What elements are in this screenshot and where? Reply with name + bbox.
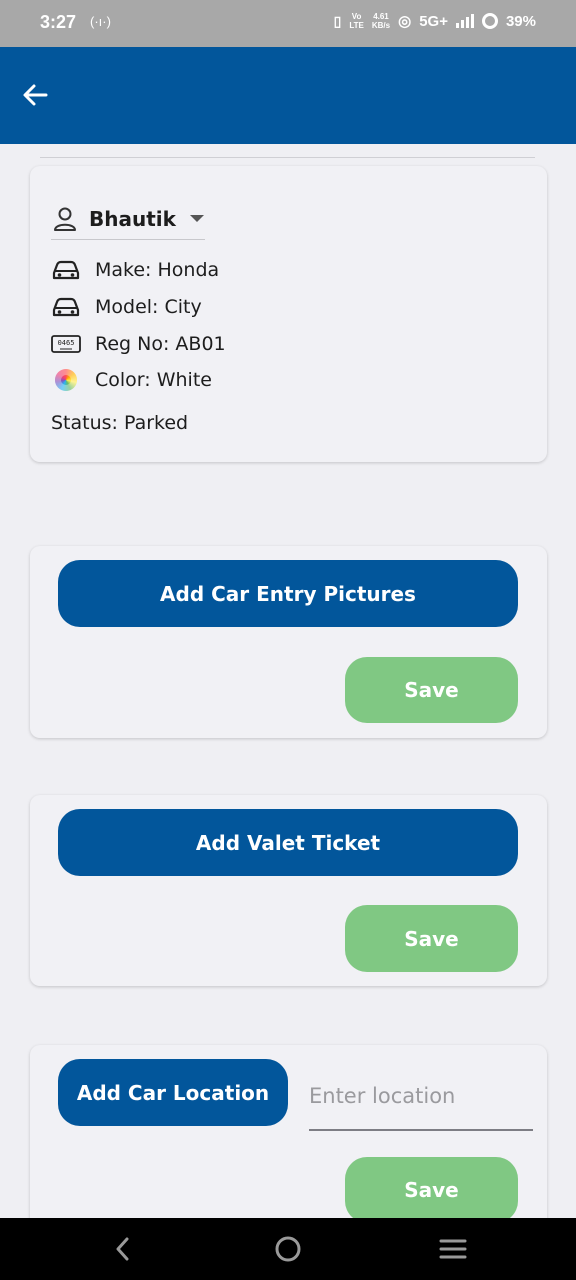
make-label: Make: Honda: [95, 259, 220, 281]
make-row: Make: Honda: [51, 258, 219, 282]
model-row: Model: City: [51, 295, 202, 319]
car-location-card: Add Car Location Save: [30, 1045, 547, 1245]
nav-back-button[interactable]: [108, 1234, 138, 1264]
location-input[interactable]: [309, 1063, 533, 1129]
model-label: Model: City: [95, 296, 202, 318]
divider: [40, 157, 535, 158]
car-icon: [51, 258, 81, 282]
color-wheel-icon: [51, 368, 81, 392]
battery-level: 39%: [505, 12, 536, 30]
location-input-field[interactable]: [309, 1063, 533, 1131]
nav-recents-button[interactable]: [438, 1234, 468, 1264]
color-label: Color: White: [95, 369, 212, 391]
valet-ticket-card: Add Valet Ticket Save: [30, 795, 547, 986]
network-speed: 4.61 KB/s: [371, 12, 391, 30]
save-valet-ticket-button[interactable]: Save: [345, 905, 518, 972]
color-row: Color: White: [51, 368, 212, 392]
nav-home-button[interactable]: [273, 1234, 303, 1264]
back-button[interactable]: [18, 77, 54, 113]
save-entry-pictures-button[interactable]: Save: [345, 657, 518, 723]
status-label: Status: Parked: [51, 412, 189, 434]
entry-pictures-card: Add Car Entry Pictures Save: [30, 546, 547, 738]
vibrate-icon: ▯: [333, 12, 342, 29]
add-car-location-button[interactable]: Add Car Location: [58, 1059, 288, 1126]
car-icon: [51, 295, 81, 319]
network-type: 5G+: [419, 12, 448, 30]
hotspot-icon: (·ı·): [90, 14, 111, 29]
menu-icon: [439, 1239, 467, 1259]
battery-icon: [481, 13, 498, 29]
reg-row: 0465 Reg No: AB01: [51, 332, 226, 356]
signal-icon: [455, 14, 474, 28]
wifi-icon: ◎: [398, 13, 412, 30]
volte-icon: Vo LTE: [349, 12, 364, 30]
home-circle-icon: [275, 1236, 301, 1262]
status-time: 3:27: [40, 12, 77, 32]
chevron-left-icon: [116, 1237, 129, 1261]
app-bar: [0, 47, 576, 144]
owner-dropdown[interactable]: Bhautik: [51, 198, 205, 240]
chevron-down-icon: [189, 215, 204, 222]
car-info-card: Bhautik Make: Honda Model: City 0465 Reg…: [30, 166, 547, 462]
add-valet-ticket-button[interactable]: Add Valet Ticket: [58, 809, 518, 876]
system-nav-bar: [0, 1218, 576, 1280]
reg-label: Reg No: AB01: [95, 333, 226, 355]
license-plate-icon: 0465: [51, 332, 81, 356]
status-bar: 3:27 (·ı·) ▯ Vo LTE 4.61 KB/s ◎ 5G+ 39%: [0, 0, 576, 47]
save-car-location-button[interactable]: Save: [345, 1157, 518, 1223]
owner-name: Bhautik: [89, 206, 176, 231]
status-indicators: ▯ Vo LTE 4.61 KB/s ◎ 5G+ 39%: [334, 12, 536, 30]
add-entry-pictures-button[interactable]: Add Car Entry Pictures: [58, 560, 518, 627]
svg-text:0465: 0465: [58, 339, 75, 347]
person-icon: [54, 207, 76, 231]
arrow-left-icon: [23, 84, 48, 106]
